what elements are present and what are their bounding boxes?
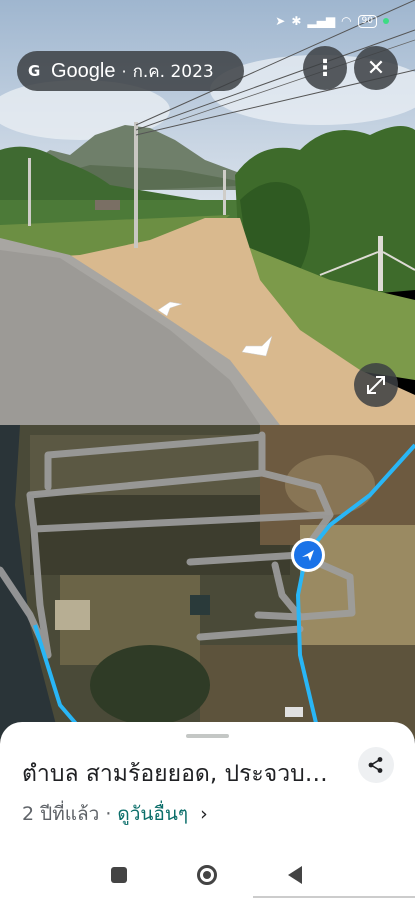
share-button[interactable]: [358, 747, 394, 783]
privacy-indicator-icon: [383, 18, 389, 24]
street-view-position-marker: [291, 538, 325, 572]
wifi-icon: ◠: [341, 14, 352, 28]
more-options-button[interactable]: ⋮: [303, 46, 347, 90]
close-icon: ✕: [366, 55, 386, 81]
close-button[interactable]: ✕: [354, 46, 398, 90]
direction-arrow-icon: [302, 550, 314, 561]
brand-label: Google: [51, 59, 116, 82]
battery-icon: 90: [357, 14, 377, 28]
signal-icon: ▂▄▆: [307, 14, 336, 28]
satellite-map[interactable]: [0, 425, 415, 740]
location-icon: ➤: [275, 14, 286, 28]
recents-button[interactable]: [111, 867, 127, 883]
system-nav-bar: [0, 850, 415, 900]
separator-dot: ·: [121, 61, 127, 81]
more-vert-icon: ⋮: [314, 55, 336, 81]
imagery-age: 2 ปีที่แล้ว: [22, 803, 100, 825]
separator-dot: ·: [105, 803, 112, 825]
imagery-age-row: 2 ปีที่แล้ว · ดูวันอื่นๆ ›: [22, 799, 208, 829]
back-button[interactable]: [288, 866, 302, 884]
home-button[interactable]: [197, 865, 217, 885]
see-more-dates-link[interactable]: ดูวันอื่นๆ: [117, 803, 188, 825]
share-icon: [368, 757, 383, 773]
expand-icon: [367, 376, 385, 394]
chevron-right-icon[interactable]: ›: [200, 803, 208, 825]
place-title: ตำบล สามร้อยยอด, ประจวบคีรีขันธ์: [22, 761, 342, 787]
sheet-drag-handle[interactable]: [186, 734, 229, 738]
divider: [253, 896, 415, 898]
imagery-source-pill[interactable]: G Google · ก.ค. 2023: [17, 51, 244, 91]
google-g-icon: G: [28, 62, 41, 80]
nav-arrow-right-icon[interactable]: [238, 330, 276, 360]
bluetooth-icon: ✱: [291, 14, 302, 28]
status-bar: ➤ ✱ ▂▄▆ ◠ 90: [0, 0, 415, 46]
nav-arrow-left-icon[interactable]: [155, 298, 185, 318]
expand-button[interactable]: [354, 363, 398, 407]
capture-date: ก.ค. 2023: [132, 61, 214, 82]
